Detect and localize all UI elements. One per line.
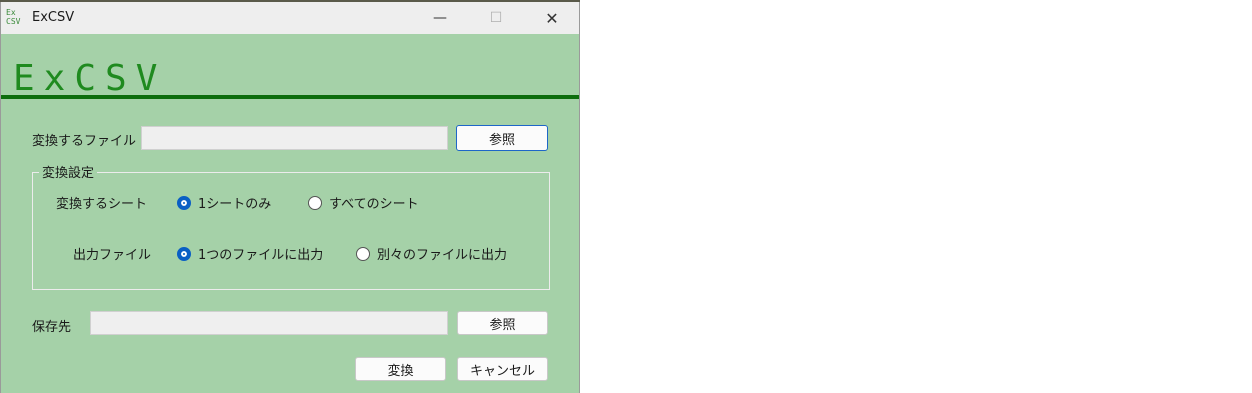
destination-label: 保存先	[32, 320, 72, 335]
source-browse-button[interactable]: 参照	[456, 125, 548, 151]
conversion-settings-group	[32, 172, 550, 290]
radio-separate-files-label: 別々のファイルに出力	[377, 248, 508, 263]
radio-single-sheet-label: 1シートのみ	[198, 197, 272, 212]
radio-checked-icon	[177, 195, 191, 210]
radio-checked-icon	[177, 246, 191, 261]
radio-unchecked-icon	[356, 246, 370, 261]
maximize-button[interactable]: ☐	[473, 2, 519, 34]
cancel-button[interactable]: キャンセル	[457, 357, 548, 381]
close-button[interactable]: ✕	[529, 2, 575, 34]
maximize-icon: ☐	[489, 10, 503, 26]
radio-single-file[interactable]: 1つのファイルに出力	[177, 244, 323, 263]
source-file-input[interactable]	[141, 126, 448, 150]
minimize-icon: —	[433, 10, 447, 26]
window-title: ExCSV	[32, 10, 75, 25]
convert-button[interactable]: 変換	[355, 357, 446, 381]
radio-unchecked-icon	[308, 195, 322, 210]
app-banner-title: ExCSV	[13, 58, 167, 99]
destination-browse-button[interactable]: 参照	[457, 311, 548, 335]
radio-all-sheets[interactable]: すべてのシート	[308, 193, 419, 212]
minimize-button[interactable]: —	[417, 2, 463, 34]
title-bar[interactable]: Ex CSV ExCSV — ☐ ✕	[1, 2, 579, 34]
output-option-label: 出力ファイル	[73, 248, 152, 263]
destination-input[interactable]	[90, 311, 448, 335]
source-file-label: 変換するファイル	[32, 134, 137, 149]
excsv-window: Ex CSV ExCSV — ☐ ✕ ExCSV 変換するファイル 参照 変換設…	[0, 2, 580, 393]
conversion-settings-label: 変換設定	[39, 162, 98, 181]
radio-single-sheet[interactable]: 1シートのみ	[177, 193, 271, 212]
radio-separate-files[interactable]: 別々のファイルに出力	[356, 244, 507, 263]
banner-divider	[1, 95, 579, 99]
app-icon: Ex CSV	[6, 8, 21, 26]
radio-single-file-label: 1つのファイルに出力	[198, 248, 324, 263]
radio-all-sheets-label: すべてのシート	[329, 197, 419, 212]
sheet-option-label: 変換するシート	[56, 197, 148, 212]
close-icon: ✕	[545, 8, 559, 28]
